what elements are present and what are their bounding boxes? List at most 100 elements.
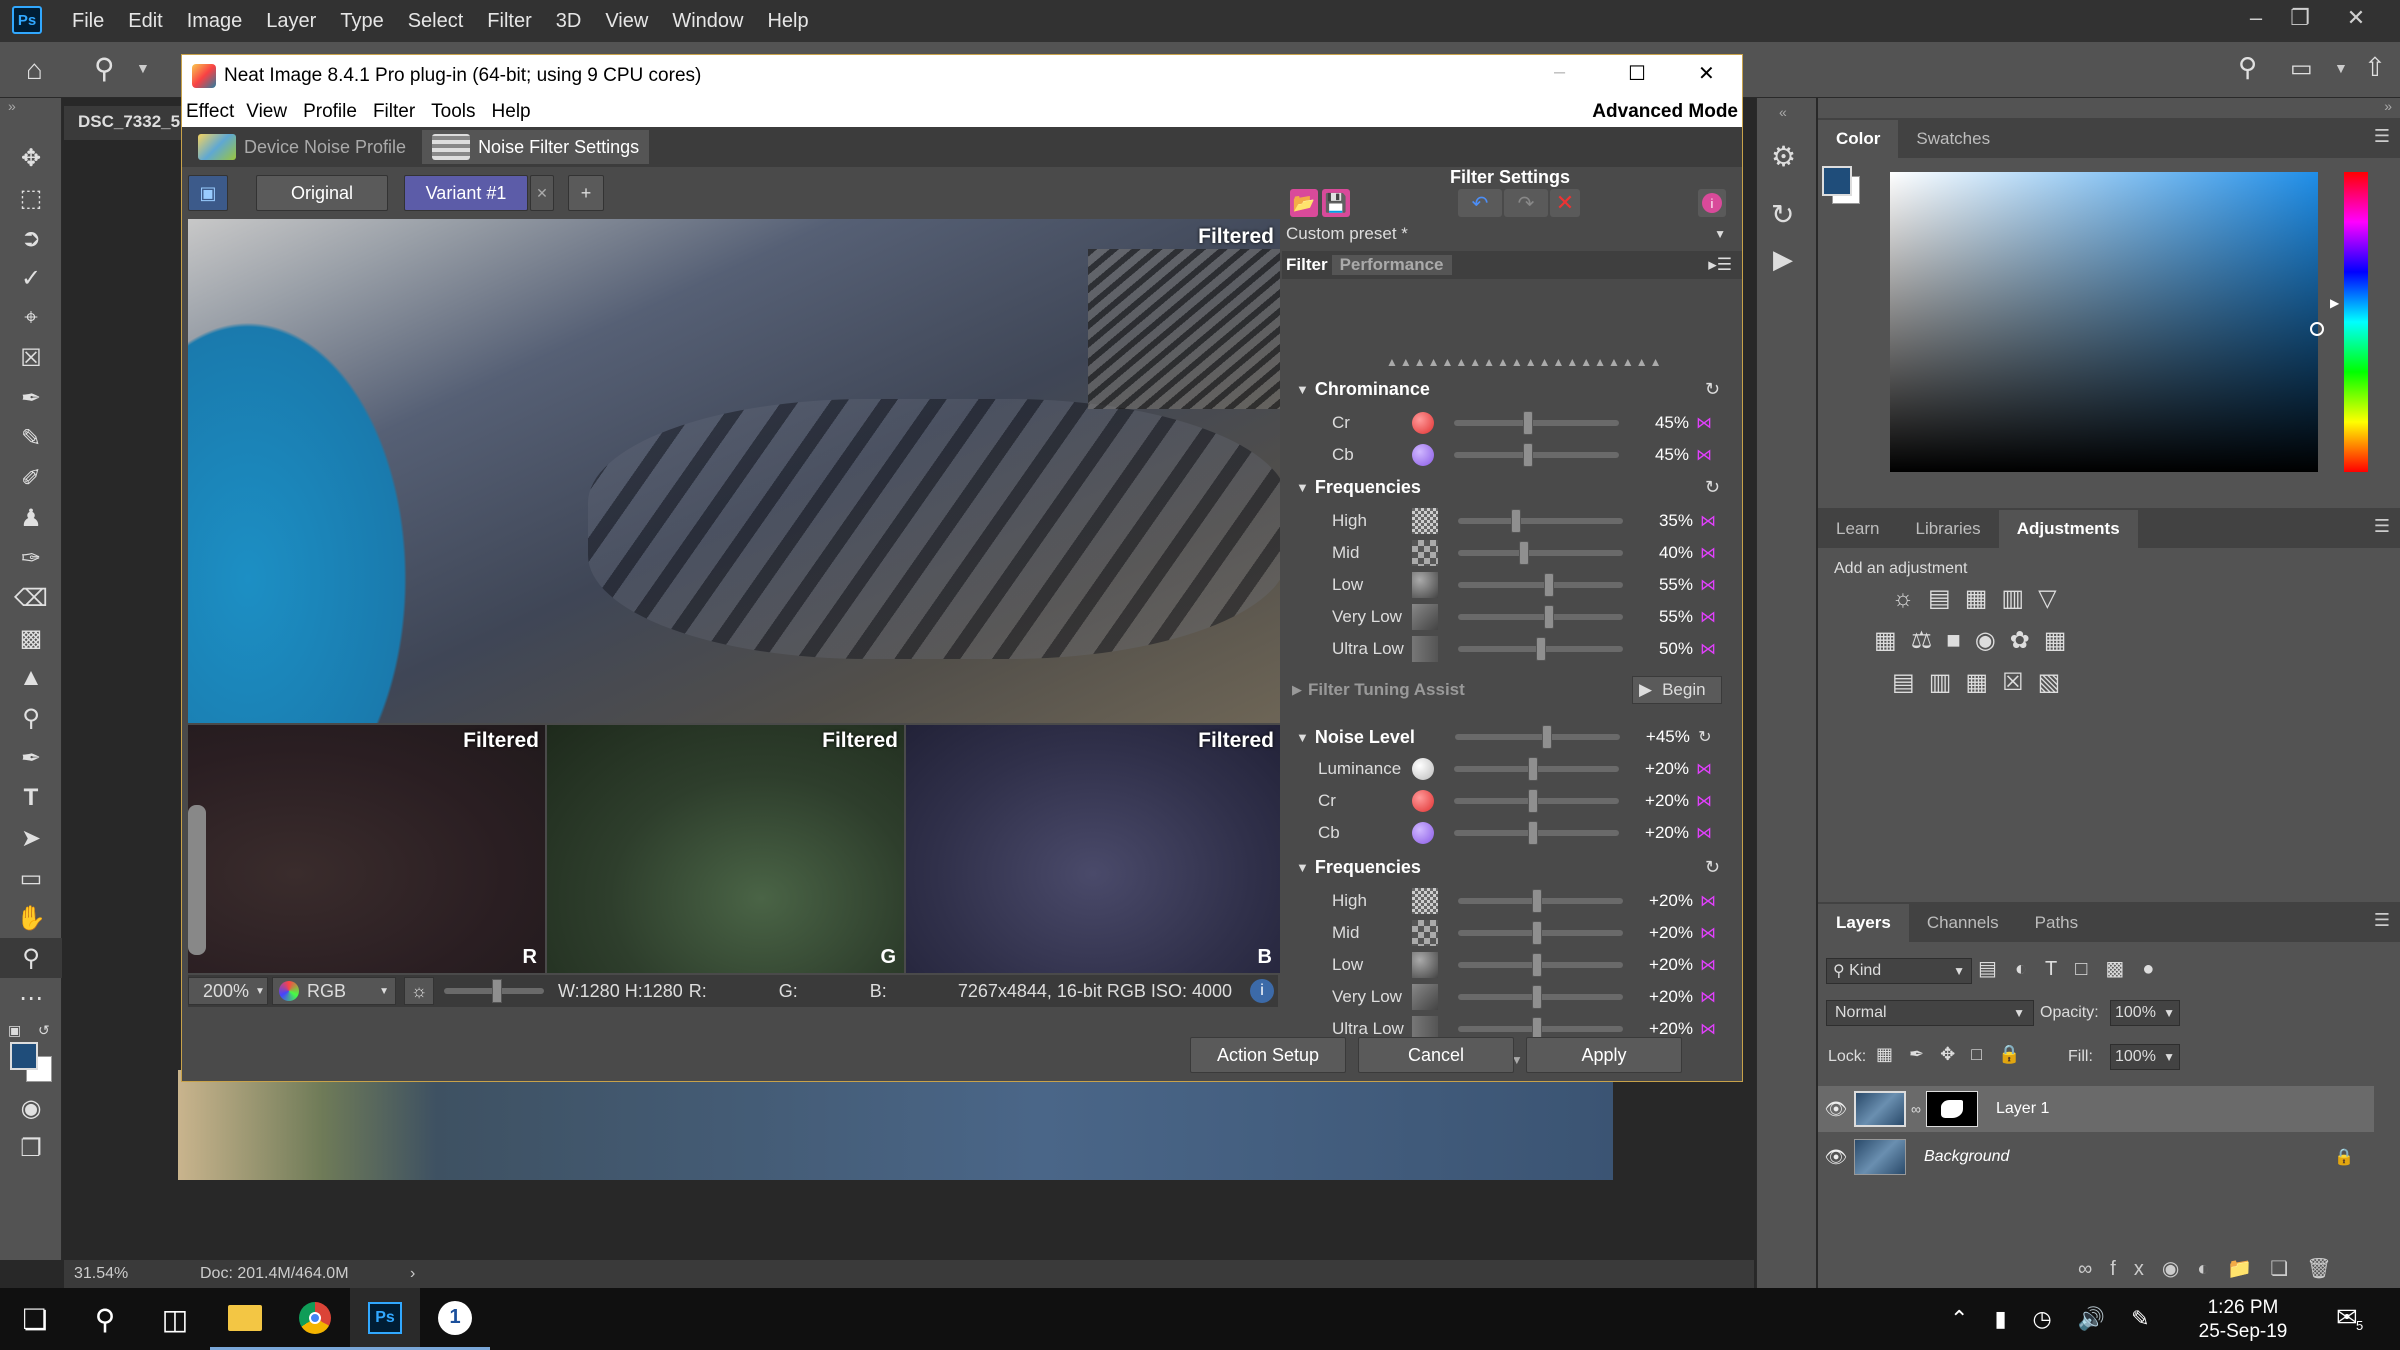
color-balance-icon[interactable]: ⚖: [1911, 627, 1947, 654]
tray-expand-icon[interactable]: ⌃: [1950, 1306, 1968, 1332]
collapse-icon[interactable]: »: [2384, 98, 2392, 114]
tab-layers[interactable]: Layers: [1818, 904, 1909, 942]
slider-thumb[interactable]: [492, 979, 502, 1003]
menu-type[interactable]: Type: [328, 0, 395, 42]
action-setup-button[interactable]: Action Setup: [1190, 1037, 1346, 1073]
slider-thumb[interactable]: [1523, 411, 1534, 435]
eraser-tool-icon[interactable]: ⌫: [0, 578, 62, 618]
menu-3d[interactable]: 3D: [544, 0, 594, 42]
default-colors-icon[interactable]: ▣: [8, 1022, 21, 1039]
slider-track[interactable]: [1454, 757, 1619, 781]
menu-edit[interactable]: Edit: [116, 0, 174, 42]
gradient-tool-icon[interactable]: ▩: [0, 618, 62, 658]
link-toggle-icon[interactable]: ⋈: [1689, 759, 1719, 779]
panel-resize-handle[interactable]: [188, 805, 206, 955]
preset-select[interactable]: Custom preset * ▼: [1282, 219, 1742, 249]
ni-menu-profile[interactable]: Profile: [295, 101, 365, 123]
info-icon[interactable]: i: [1250, 979, 1274, 1003]
slider-thumb[interactable]: [1528, 821, 1539, 845]
layer-name[interactable]: Background: [1924, 1148, 2009, 1166]
marquee-tool-icon[interactable]: ⬚: [0, 178, 62, 218]
link-toggle-icon[interactable]: ⋈: [1693, 639, 1723, 659]
adjustment-filter-icon[interactable]: ◐: [2015, 958, 2045, 980]
restore-icon[interactable]: ❐: [2280, 0, 2320, 36]
posterize-icon[interactable]: ▥: [1929, 669, 1966, 696]
slider-thumb[interactable]: [1542, 725, 1553, 749]
slider-track[interactable]: [1458, 953, 1623, 977]
tab-adjustments[interactable]: Adjustments: [1998, 510, 2138, 548]
hue-slider-marker-icon[interactable]: ▶: [2330, 296, 2339, 310]
slider-thumb[interactable]: [1543, 605, 1554, 629]
collapse-triangle-icon[interactable]: ▼: [1296, 382, 1309, 397]
slider-thumb[interactable]: [1532, 921, 1543, 945]
more-tools-icon[interactable]: ⋯: [0, 978, 62, 1018]
slider-thumb[interactable]: [1528, 789, 1539, 813]
share-icon[interactable]: ⇧: [2364, 52, 2386, 83]
open-preset-icon[interactable]: 📂: [1290, 189, 1318, 217]
vibrance-icon[interactable]: ▽: [2038, 585, 2070, 612]
lock-position-icon[interactable]: ✥: [1940, 1044, 1971, 1064]
slider-track[interactable]: [1454, 411, 1619, 435]
cancel-button[interactable]: Cancel: [1358, 1037, 1514, 1073]
tab-device-noise-profile[interactable]: Device Noise Profile: [188, 130, 416, 164]
workspace-icon[interactable]: ▭: [2290, 54, 2313, 83]
chevron-down-icon[interactable]: ▼: [2334, 60, 2348, 76]
subtab-menu-icon[interactable]: ▸☰: [1708, 255, 1732, 275]
gradient-map-icon[interactable]: ▧: [2038, 669, 2075, 696]
blend-mode-select[interactable]: Normal ▼: [1826, 1000, 2034, 1026]
tab-libraries[interactable]: Libraries: [1897, 510, 1998, 548]
zoom-tool-icon[interactable]: ⚲: [0, 938, 62, 978]
color-swatches[interactable]: ▣ ↺: [0, 1018, 61, 1088]
screen-mode-icon[interactable]: ❐: [0, 1128, 62, 1168]
swap-colors-icon[interactable]: ↺: [38, 1022, 50, 1039]
dodge-tool-icon[interactable]: ⚲: [0, 698, 62, 738]
lasso-tool-icon[interactable]: ➲: [0, 218, 62, 258]
menu-help[interactable]: Help: [755, 0, 820, 42]
close-icon[interactable]: ✕: [1698, 61, 1715, 86]
hand-tool-icon[interactable]: ✋: [0, 898, 62, 938]
path-select-tool-icon[interactable]: ➤: [0, 818, 62, 858]
close-variant-icon[interactable]: ✕: [530, 175, 554, 211]
visibility-eye-icon[interactable]: 👁: [1818, 1099, 1854, 1120]
slider-thumb[interactable]: [1532, 953, 1543, 977]
subtab-performance[interactable]: Performance: [1331, 255, 1452, 275]
link-toggle-icon[interactable]: ⋈: [1689, 791, 1719, 811]
slider-thumb[interactable]: [1523, 443, 1534, 467]
shape-filter-icon[interactable]: □: [2075, 958, 2105, 980]
link-toggle-icon[interactable]: ⋈: [1693, 891, 1723, 911]
lock-all-icon[interactable]: 🔒: [1998, 1044, 2036, 1064]
pen-icon[interactable]: ✎: [2131, 1306, 2149, 1332]
channel-preview-r[interactable]: Filtered R: [188, 725, 545, 973]
search-icon[interactable]: ⚲: [2238, 52, 2257, 83]
foreground-color-swatch[interactable]: [1822, 166, 1852, 196]
layer-row[interactable]: 👁 ∞ Layer 1: [1818, 1086, 2374, 1132]
minimize-icon[interactable]: –: [2236, 0, 2276, 36]
slider-thumb[interactable]: [1532, 889, 1543, 913]
blur-tool-icon[interactable]: ▲: [0, 658, 62, 698]
pen-tool-icon[interactable]: ✒: [0, 738, 62, 778]
frame-tool-icon[interactable]: ☒: [0, 338, 62, 378]
photo-filter-icon[interactable]: ◉: [1975, 627, 2010, 654]
foreground-color-swatch[interactable]: [10, 1042, 38, 1070]
tab-swatches[interactable]: Swatches: [1898, 120, 2008, 158]
channel-preview-b[interactable]: Filtered B: [906, 725, 1280, 973]
collapse-triangle-icon[interactable]: ▼: [1296, 860, 1309, 875]
status-chevron-icon[interactable]: ›: [410, 1265, 415, 1283]
lock-transparent-icon[interactable]: ▦: [1876, 1044, 1909, 1064]
task-view-icon[interactable]: ◫: [140, 1288, 210, 1350]
type-filter-icon[interactable]: T: [2045, 958, 2075, 980]
pixel-filter-icon[interactable]: ▤: [1978, 958, 2015, 980]
lock-pixels-icon[interactable]: ✒: [1909, 1044, 1940, 1064]
reset-section-icon[interactable]: ↻: [1705, 857, 1720, 878]
expand-triangle-icon[interactable]: ▶: [1292, 682, 1302, 698]
move-tool-icon[interactable]: ✥: [0, 138, 62, 178]
ni-menu-filter[interactable]: Filter: [365, 101, 423, 123]
shape-tool-icon[interactable]: ▭: [0, 858, 62, 898]
subtab-filter[interactable]: Filter: [1282, 255, 1332, 275]
smart-filter-icon[interactable]: ▩: [2105, 958, 2142, 980]
photoshop-taskbar-icon[interactable]: Ps: [350, 1288, 420, 1350]
slider-track[interactable]: [1454, 821, 1619, 845]
slider-track[interactable]: [1454, 725, 1620, 749]
panel-menu-icon[interactable]: ☰: [2374, 516, 2390, 537]
ni-menu-tools[interactable]: Tools: [423, 101, 483, 123]
